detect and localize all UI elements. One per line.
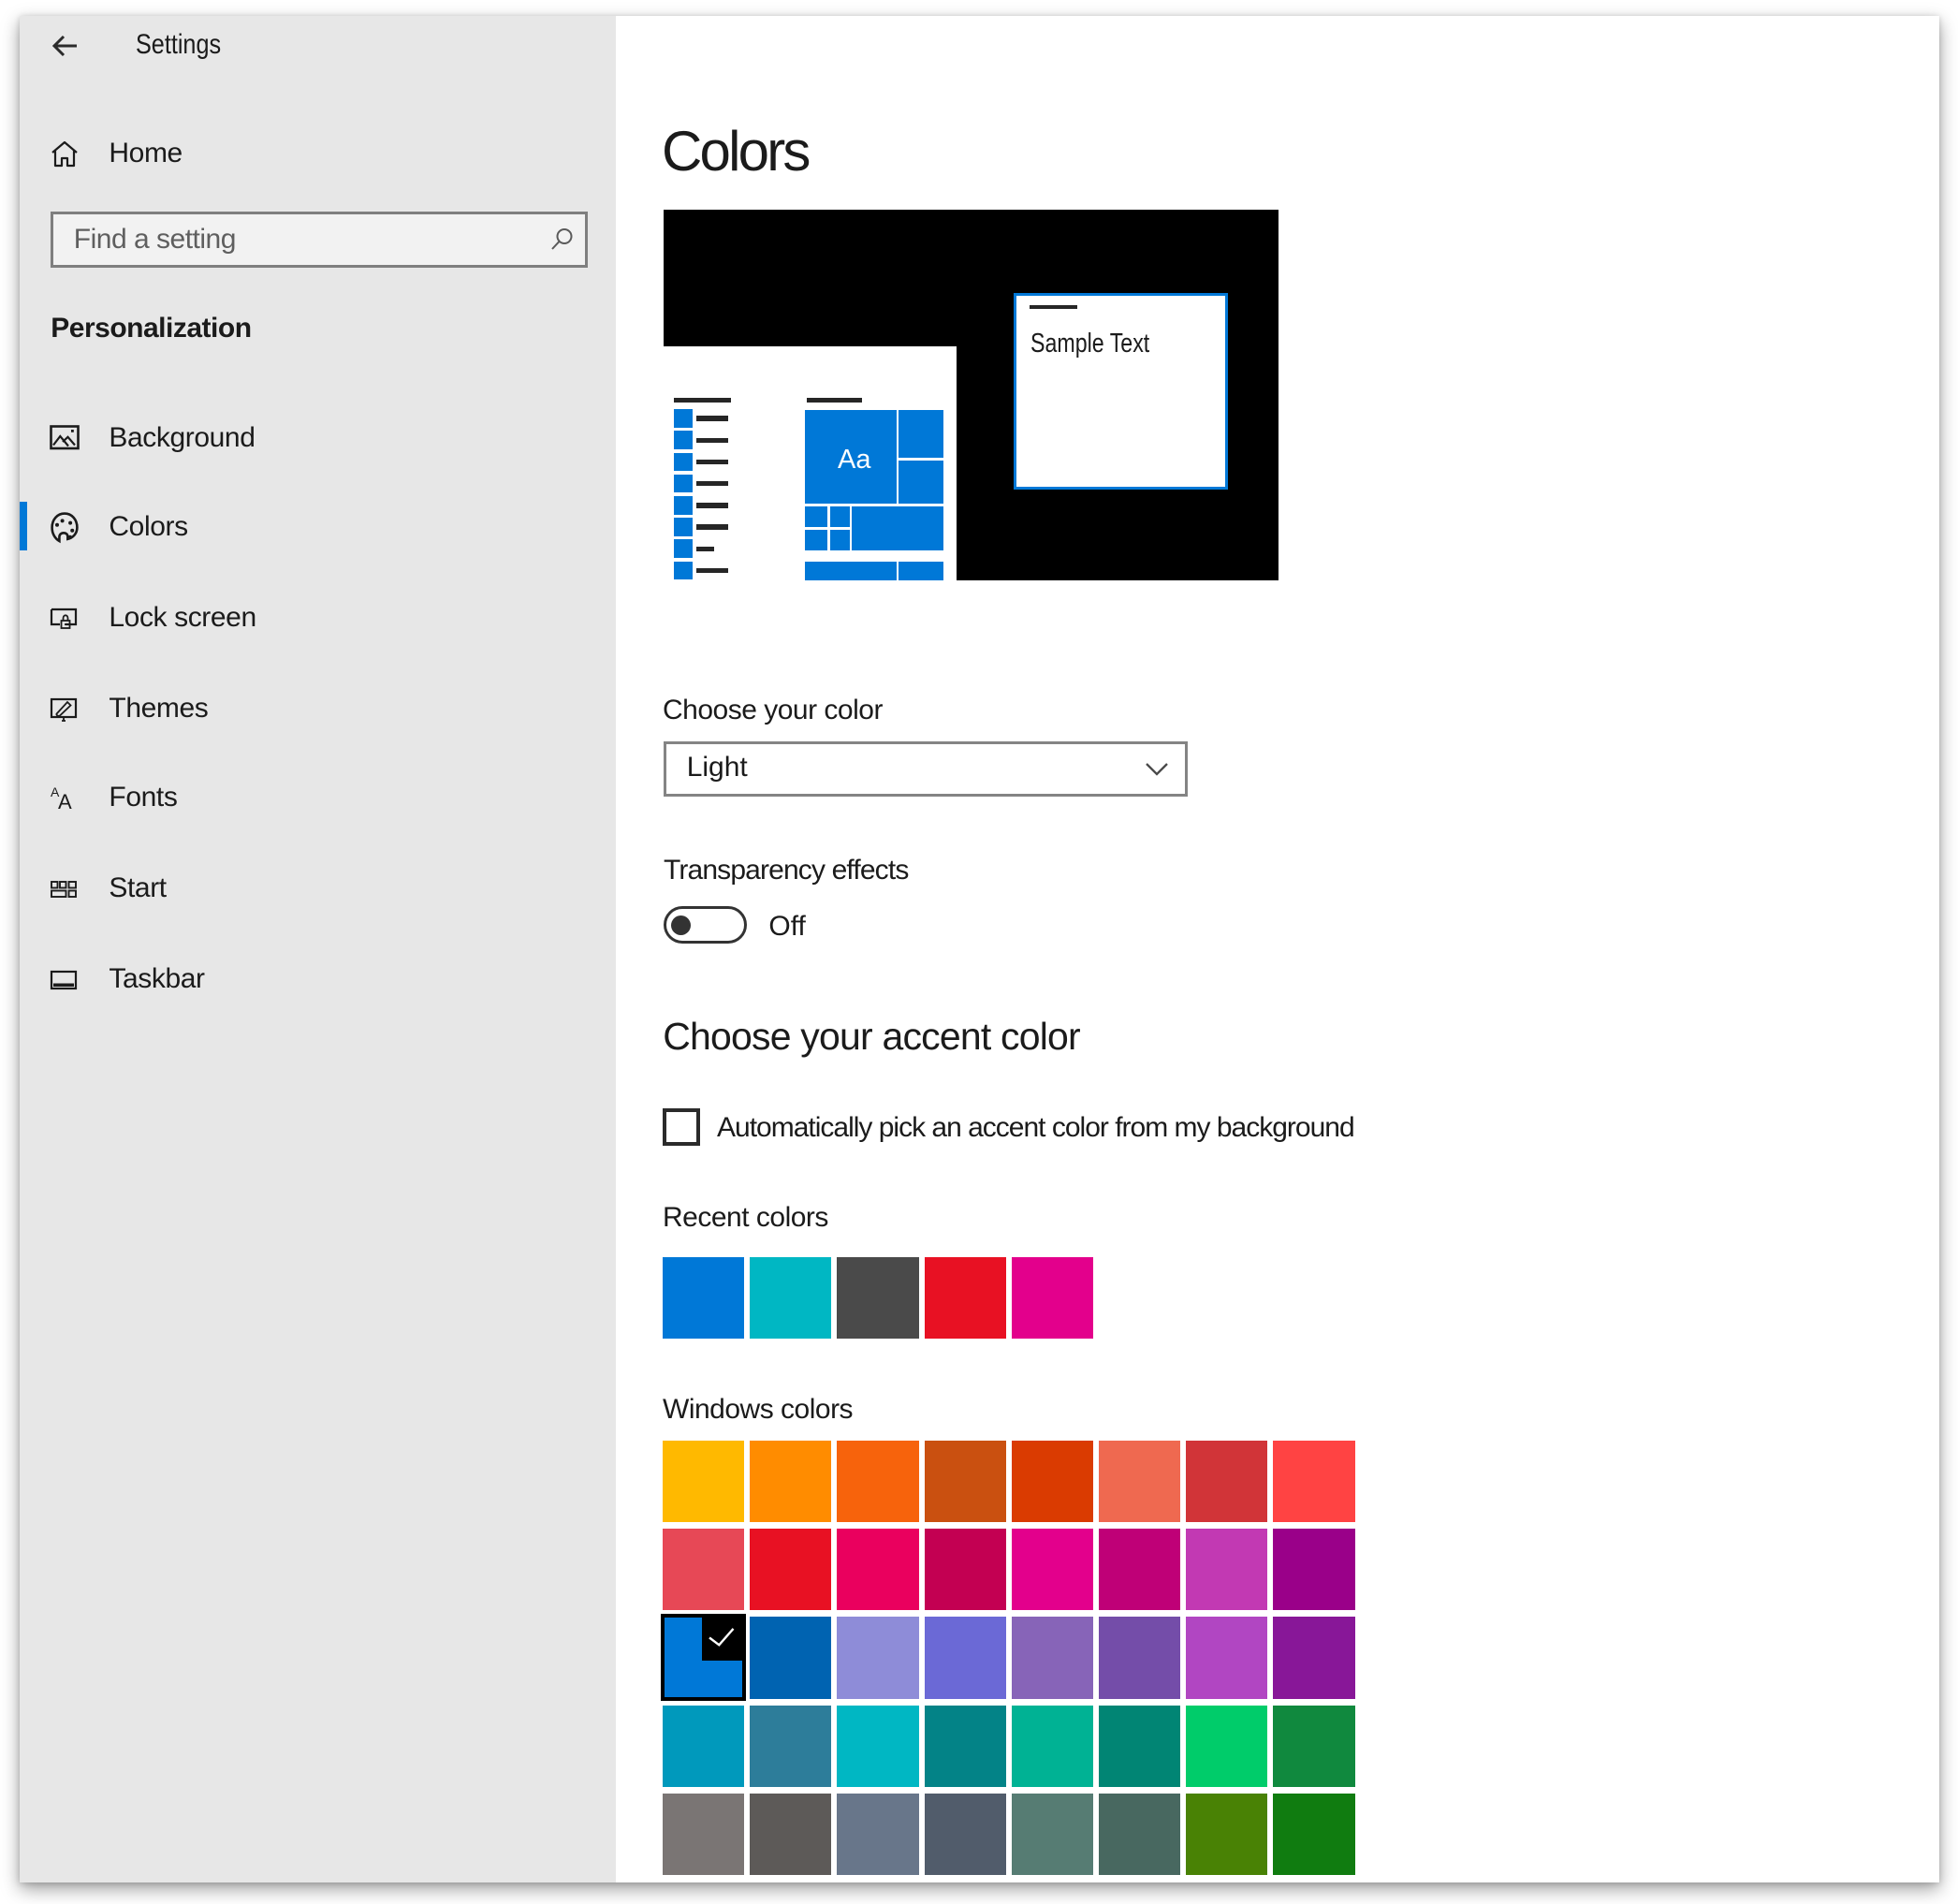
svg-text:A: A <box>58 790 72 812</box>
